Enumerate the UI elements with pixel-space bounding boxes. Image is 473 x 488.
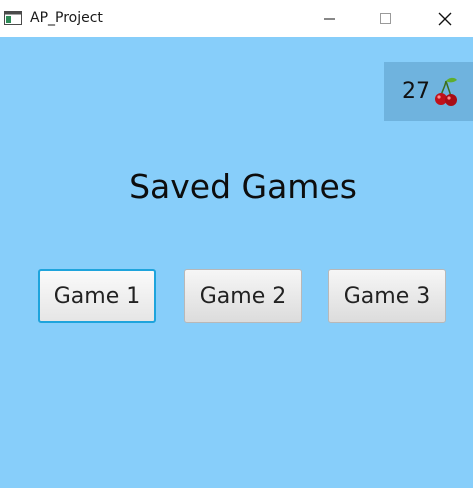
game-2-button[interactable]: Game 2 bbox=[184, 269, 302, 323]
window-title: AP_Project bbox=[30, 10, 103, 26]
minimize-button[interactable] bbox=[302, 0, 358, 37]
maximize-button[interactable] bbox=[358, 0, 414, 37]
cherry-icon bbox=[435, 77, 457, 106]
game-1-button[interactable]: Game 1 bbox=[38, 269, 156, 323]
app-window: AP_Project 27 Saved Games Game 1 Game 2 … bbox=[0, 0, 473, 488]
title-bar[interactable]: AP_Project bbox=[0, 0, 473, 37]
cherry-count: 27 bbox=[402, 78, 430, 104]
saved-games-screen: 27 Saved Games Game 1 Game 2 Game 3 bbox=[0, 37, 473, 488]
cherry-counter: 27 bbox=[384, 62, 473, 121]
minimize-icon bbox=[324, 18, 335, 19]
close-icon bbox=[438, 12, 452, 25]
app-window-icon bbox=[4, 11, 22, 25]
maximize-icon bbox=[380, 12, 391, 24]
close-button[interactable] bbox=[417, 0, 473, 37]
game-3-button[interactable]: Game 3 bbox=[328, 269, 446, 323]
page-title: Saved Games bbox=[129, 167, 357, 206]
